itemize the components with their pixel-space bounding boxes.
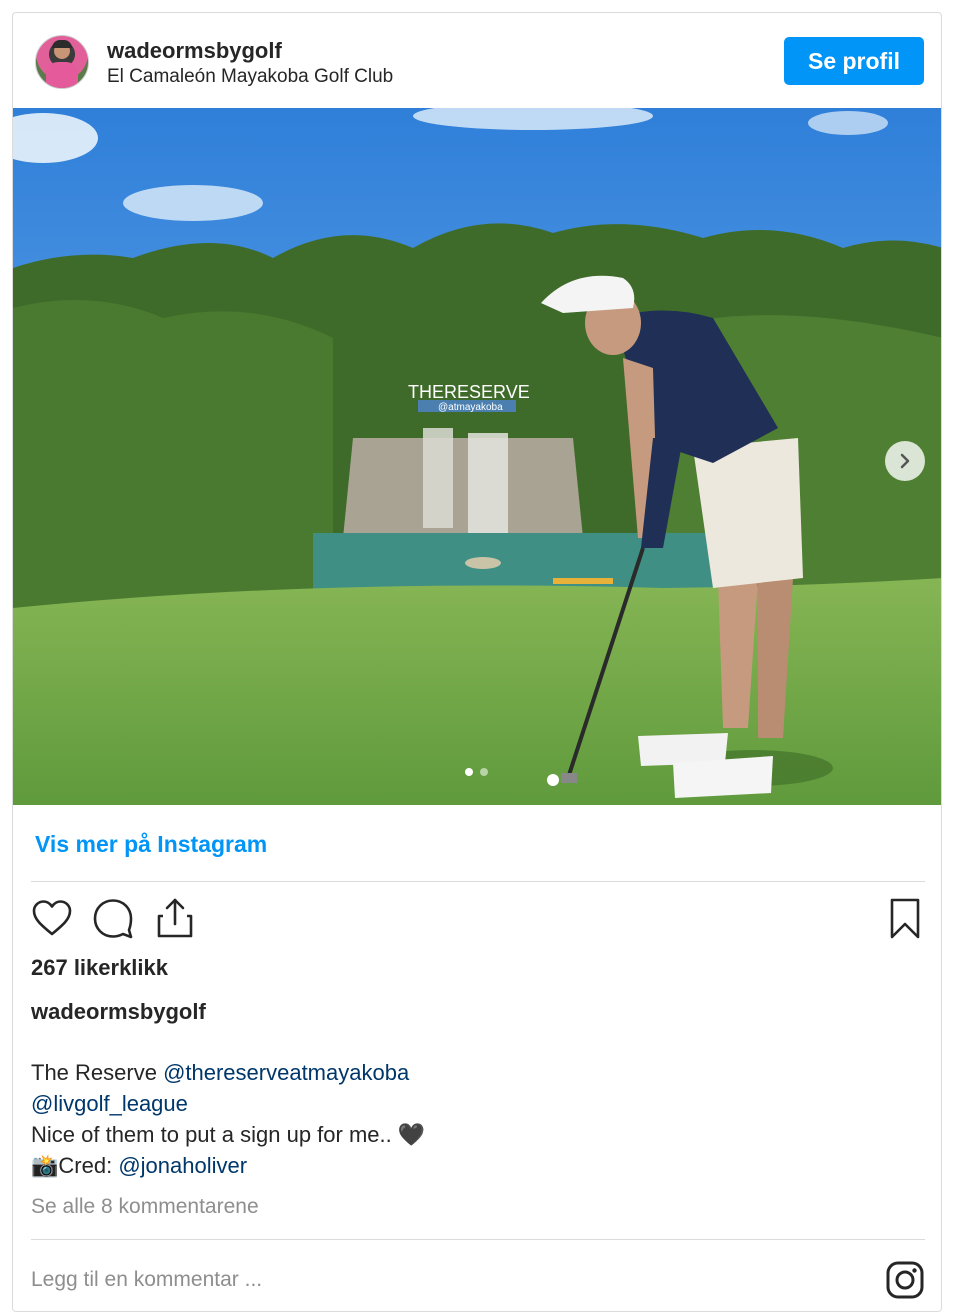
view-all-comments-link[interactable]: Se alle 8 kommentarene bbox=[31, 1195, 259, 1219]
caption-username[interactable]: wadeormsbygolf bbox=[31, 999, 206, 1025]
instagram-embed-card: wadeormsbygolf El Camaleón Mayakoba Golf… bbox=[12, 12, 942, 1312]
divider bbox=[31, 881, 925, 882]
like-count[interactable]: 267 likerklikk bbox=[31, 955, 168, 981]
carousel-dot-1 bbox=[465, 768, 473, 776]
caption-line-4: 📸Cred: @jonaholiver bbox=[31, 1150, 425, 1181]
caption-line-1: The Reserve @thereserveatmayakoba bbox=[31, 1057, 425, 1088]
sign-subtext: @atmayakoba bbox=[438, 402, 503, 413]
post-caption: The Reserve @thereserveatmayakoba @livgo… bbox=[31, 1057, 425, 1181]
mention-link[interactable]: @thereserveatmayakoba bbox=[163, 1060, 409, 1085]
comment-icon[interactable] bbox=[91, 897, 135, 939]
view-profile-button[interactable]: Se profil bbox=[784, 37, 924, 85]
view-more-on-instagram-link[interactable]: Vis mer på Instagram bbox=[35, 831, 267, 858]
header-username[interactable]: wadeormsbygolf bbox=[107, 38, 282, 64]
caption-text: 📸Cred: bbox=[31, 1153, 119, 1178]
add-comment-input[interactable]: Legg til en kommentar ... bbox=[31, 1268, 262, 1292]
caption-line-3: Nice of them to put a sign up for me.. 🖤 bbox=[31, 1122, 426, 1147]
sign-text: THERESERVE bbox=[408, 382, 530, 402]
golf-scene-image: THERESERVE @atmayakoba bbox=[13, 108, 941, 805]
carousel-next-button[interactable] bbox=[885, 441, 925, 481]
instagram-logo-icon[interactable] bbox=[885, 1260, 925, 1300]
divider bbox=[31, 1239, 925, 1240]
avatar[interactable] bbox=[35, 35, 89, 89]
chevron-right-icon bbox=[900, 453, 910, 469]
post-header: wadeormsbygolf El Camaleón Mayakoba Golf… bbox=[13, 13, 941, 108]
post-photo[interactable]: THERESERVE @atmayakoba bbox=[13, 108, 941, 805]
mention-link[interactable]: @livgolf_league bbox=[31, 1091, 188, 1116]
caption-line-2: @livgolf_league bbox=[31, 1088, 425, 1119]
heart-icon[interactable] bbox=[31, 898, 73, 938]
share-icon[interactable] bbox=[153, 896, 197, 940]
mention-link[interactable]: @jonaholiver bbox=[118, 1153, 247, 1178]
header-location[interactable]: El Camaleón Mayakoba Golf Club bbox=[107, 66, 393, 88]
carousel-dot-2 bbox=[480, 768, 488, 776]
carousel-indicator bbox=[465, 768, 488, 776]
bookmark-icon[interactable] bbox=[887, 897, 923, 941]
caption-text: The Reserve bbox=[31, 1060, 164, 1085]
